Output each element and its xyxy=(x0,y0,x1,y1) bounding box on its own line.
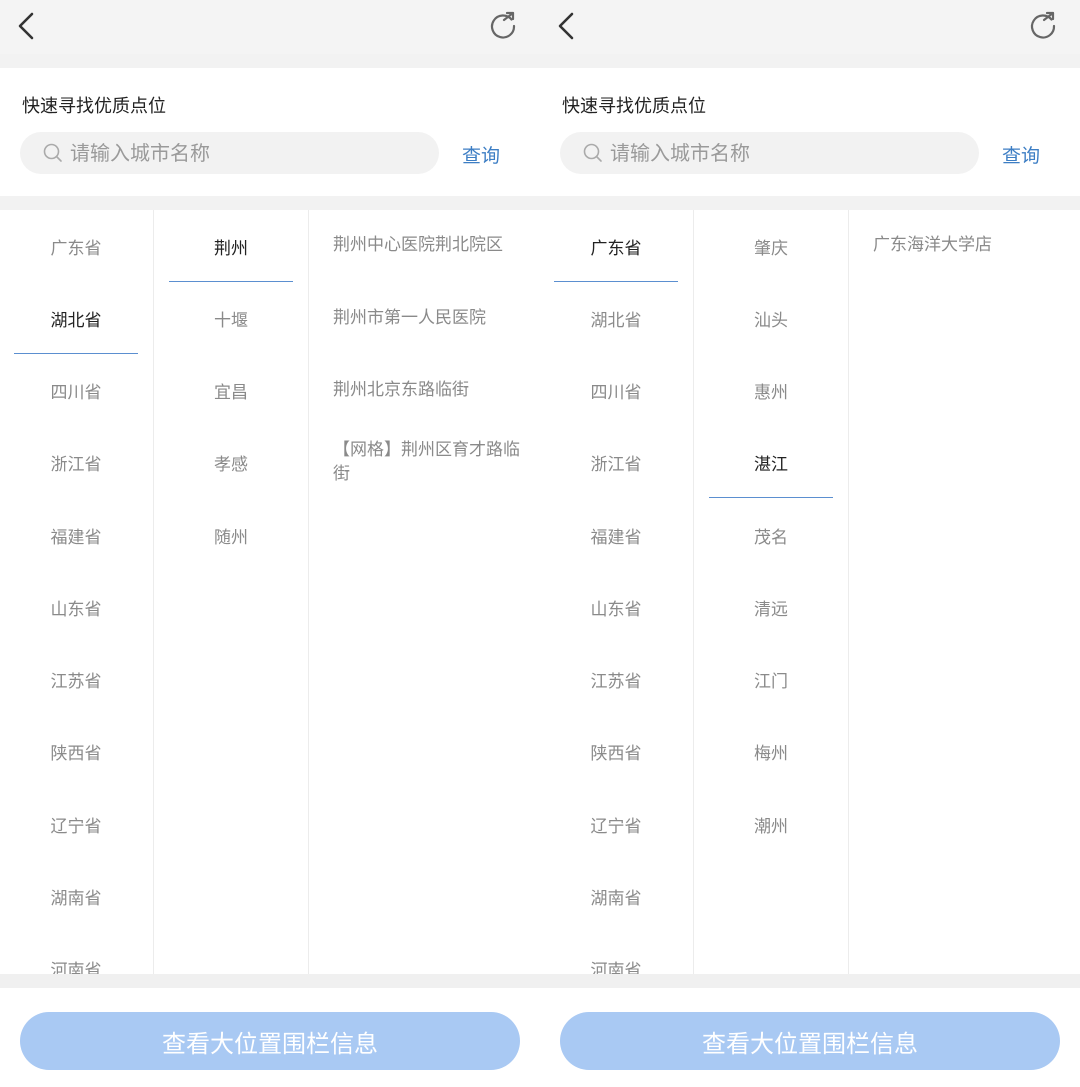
search-icon xyxy=(43,143,62,162)
search-title: 快速寻找优质点位 xyxy=(562,96,706,117)
city-item-shiyan[interactable]: 十堰 xyxy=(169,282,293,354)
refresh-icon[interactable] xyxy=(1026,9,1060,43)
province-item-shandong[interactable]: 山东省 xyxy=(14,571,138,643)
search-box[interactable] xyxy=(560,132,979,174)
province-item-hunan[interactable]: 湖南省 xyxy=(554,860,678,932)
province-item-guangdong[interactable]: 广东省 xyxy=(554,210,678,282)
city-item-chaozhou[interactable]: 潮州 xyxy=(709,788,833,860)
city-item-qingyuan[interactable]: 清远 xyxy=(709,571,833,643)
province-item-jiangsu[interactable]: 江苏省 xyxy=(14,643,138,715)
city-search-input[interactable] xyxy=(70,132,430,174)
view-fence-info-button[interactable]: 查看大位置围栏信息 xyxy=(20,1012,520,1070)
selection-columns: 广东省 湖北省 四川省 浙江省 福建省 山东省 江苏省 陕西省 辽宁省 湖南省 … xyxy=(0,210,540,974)
province-item-hubei[interactable]: 湖北省 xyxy=(14,282,138,354)
city-search-input[interactable] xyxy=(610,132,970,174)
query-button[interactable]: 查询 xyxy=(1002,141,1040,168)
province-item-henan[interactable]: 河南省 xyxy=(14,932,138,975)
province-item-zhejiang[interactable]: 浙江省 xyxy=(14,426,138,498)
location-item[interactable]: 荆州北京东路临街 xyxy=(333,378,523,402)
city-item-suizhou[interactable]: 随州 xyxy=(169,499,293,571)
province-list: 广东省 湖北省 四川省 浙江省 福建省 山东省 江苏省 陕西省 辽宁省 湖南省 … xyxy=(0,210,154,974)
screen-left: 快速寻找优质点位 查询 广东省 湖北省 四川省 浙江省 福建省 山东省 江苏省 … xyxy=(0,0,540,1087)
search-card: 快速寻找优质点位 查询 xyxy=(0,68,540,196)
city-item-yichang[interactable]: 宜昌 xyxy=(169,354,293,426)
city-list: 荆州 十堰 宜昌 孝感 随州 xyxy=(154,210,309,974)
city-item-meizhou[interactable]: 梅州 xyxy=(709,715,833,787)
province-item-shaanxi[interactable]: 陕西省 xyxy=(14,715,138,787)
province-item-liaoning[interactable]: 辽宁省 xyxy=(554,788,678,860)
city-list: 肇庆 汕头 惠州 湛江 茂名 清远 江门 梅州 潮州 xyxy=(694,210,849,974)
chevron-left-icon[interactable] xyxy=(552,8,584,44)
bottom-bar: 查看大位置围栏信息 xyxy=(540,988,1080,1087)
search-card: 快速寻找优质点位 查询 xyxy=(540,68,1080,196)
top-bar xyxy=(540,0,1080,54)
search-box[interactable] xyxy=(20,132,439,174)
search-title: 快速寻找优质点位 xyxy=(22,96,166,117)
city-item-maoming[interactable]: 茂名 xyxy=(709,499,833,571)
city-item-xiaogan[interactable]: 孝感 xyxy=(169,426,293,498)
province-item-shandong[interactable]: 山东省 xyxy=(554,571,678,643)
province-item-fujian[interactable]: 福建省 xyxy=(14,499,138,571)
province-item-jiangsu[interactable]: 江苏省 xyxy=(554,643,678,715)
city-item-shantou[interactable]: 汕头 xyxy=(709,282,833,354)
view-fence-info-button[interactable]: 查看大位置围栏信息 xyxy=(560,1012,1060,1070)
province-item-guangdong[interactable]: 广东省 xyxy=(14,210,138,282)
location-item[interactable]: 荆州中心医院荆北院区 xyxy=(333,233,523,257)
chevron-left-icon[interactable] xyxy=(12,8,44,44)
province-item-sichuan[interactable]: 四川省 xyxy=(554,354,678,426)
province-item-henan[interactable]: 河南省 xyxy=(554,932,678,975)
city-item-huizhou[interactable]: 惠州 xyxy=(709,354,833,426)
search-icon xyxy=(583,143,602,162)
location-item[interactable]: 广东海洋大学店 xyxy=(873,233,1063,257)
province-item-liaoning[interactable]: 辽宁省 xyxy=(14,788,138,860)
city-item-jingzhou[interactable]: 荆州 xyxy=(169,210,293,282)
bottom-bar: 查看大位置围栏信息 xyxy=(0,988,540,1087)
province-item-sichuan[interactable]: 四川省 xyxy=(14,354,138,426)
location-item[interactable]: 荆州市第一人民医院 xyxy=(333,306,523,330)
location-item[interactable]: 【网格】荆州区育才路临街 xyxy=(333,438,523,486)
location-list: 荆州中心医院荆北院区 荆州市第一人民医院 荆州北京东路临街 【网格】荆州区育才路… xyxy=(309,210,540,974)
divider xyxy=(540,974,1080,988)
selection-columns: 广东省 湖北省 四川省 浙江省 福建省 山东省 江苏省 陕西省 辽宁省 湖南省 … xyxy=(540,210,1080,974)
divider xyxy=(0,974,540,988)
top-bar xyxy=(0,0,540,54)
province-item-hubei[interactable]: 湖北省 xyxy=(554,282,678,354)
city-item-jiangmen[interactable]: 江门 xyxy=(709,643,833,715)
refresh-icon[interactable] xyxy=(486,9,520,43)
screen-right: 快速寻找优质点位 查询 广东省 湖北省 四川省 浙江省 福建省 山东省 江苏省 … xyxy=(540,0,1080,1087)
location-list: 广东海洋大学店 xyxy=(849,210,1080,974)
province-item-fujian[interactable]: 福建省 xyxy=(554,499,678,571)
province-item-shaanxi[interactable]: 陕西省 xyxy=(554,715,678,787)
province-item-hunan[interactable]: 湖南省 xyxy=(14,860,138,932)
city-item-zhaoqing[interactable]: 肇庆 xyxy=(709,210,833,282)
city-item-zhanjiang[interactable]: 湛江 xyxy=(709,426,833,498)
province-item-zhejiang[interactable]: 浙江省 xyxy=(554,426,678,498)
query-button[interactable]: 查询 xyxy=(462,141,500,168)
province-list: 广东省 湖北省 四川省 浙江省 福建省 山东省 江苏省 陕西省 辽宁省 湖南省 … xyxy=(540,210,694,974)
